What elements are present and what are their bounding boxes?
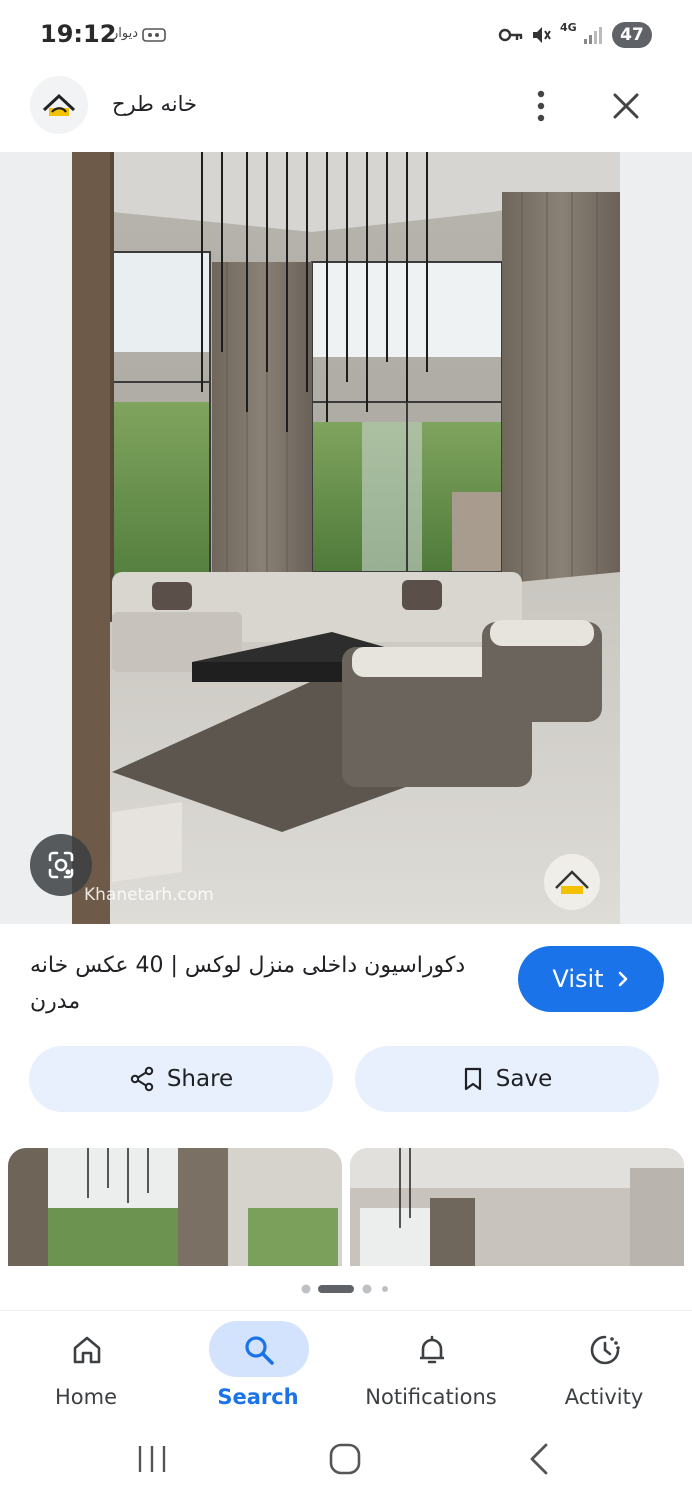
nav-search-label: Search: [217, 1385, 299, 1409]
carousel-dots: [301, 1284, 388, 1294]
more-vert-icon: [537, 90, 545, 122]
mute-icon: [533, 27, 551, 43]
share-button[interactable]: Share: [29, 1046, 333, 1112]
save-label: Save: [495, 1066, 553, 1092]
home-icon: [73, 1336, 101, 1364]
image-caption[interactable]: دکوراسیون داخلی منزل لوکس | 40 عکس خانه …: [30, 948, 478, 1020]
site-name[interactable]: خانه طرح: [112, 92, 197, 116]
lens-button[interactable]: [30, 834, 92, 896]
back-icon[interactable]: [522, 1440, 556, 1478]
bottom-navigation: Home Search Notifications Activity: [0, 1310, 692, 1430]
nav-activity[interactable]: Activity: [519, 1311, 689, 1431]
nav-home[interactable]: Home: [1, 1311, 171, 1431]
status-time: 19:12: [40, 20, 117, 48]
status-app-label: دیوار: [112, 26, 139, 41]
close-button[interactable]: [604, 84, 648, 128]
share-icon: [130, 1066, 154, 1092]
notification-icon: [142, 28, 166, 42]
nav-notifications-label: Notifications: [365, 1385, 497, 1409]
visit-label: Visit: [552, 965, 604, 993]
share-label: Share: [166, 1066, 234, 1092]
image-watermark: Khanetarh.com: [84, 885, 214, 905]
chevron-right-icon: [618, 971, 627, 987]
network-label: 4G: [560, 21, 577, 34]
image-preview[interactable]: Khanetarh.com: [0, 152, 692, 924]
system-navigation-bar: [0, 1430, 692, 1500]
close-icon: [613, 93, 639, 119]
living-room-photo[interactable]: Khanetarh.com: [72, 152, 620, 924]
nav-notifications[interactable]: Notifications: [346, 1311, 516, 1431]
related-image-2[interactable]: [350, 1148, 684, 1266]
visit-button[interactable]: Visit: [518, 946, 664, 1012]
lens-icon: [48, 851, 74, 879]
bell-icon: [420, 1335, 444, 1364]
nav-home-label: Home: [54, 1385, 117, 1409]
nav-activity-label: Activity: [564, 1385, 644, 1409]
related-image-1[interactable]: [8, 1148, 342, 1266]
home-system-icon[interactable]: [326, 1440, 364, 1478]
bookmark-icon: [464, 1067, 481, 1091]
status-bar: 19:12 دیوار 4G 47: [0, 0, 692, 72]
battery-indicator: 47: [612, 22, 652, 48]
search-icon: [245, 1336, 274, 1365]
recent-apps-icon[interactable]: [134, 1442, 170, 1476]
signal-icon: [584, 27, 602, 44]
site-logo-icon[interactable]: [30, 76, 88, 134]
key-icon: [498, 28, 523, 42]
save-button[interactable]: Save: [355, 1046, 659, 1112]
activity-icon: [590, 1335, 620, 1365]
app-bar: خانه طرح: [0, 72, 692, 152]
more-options-button[interactable]: [522, 84, 560, 128]
nav-search[interactable]: Search: [173, 1311, 343, 1431]
